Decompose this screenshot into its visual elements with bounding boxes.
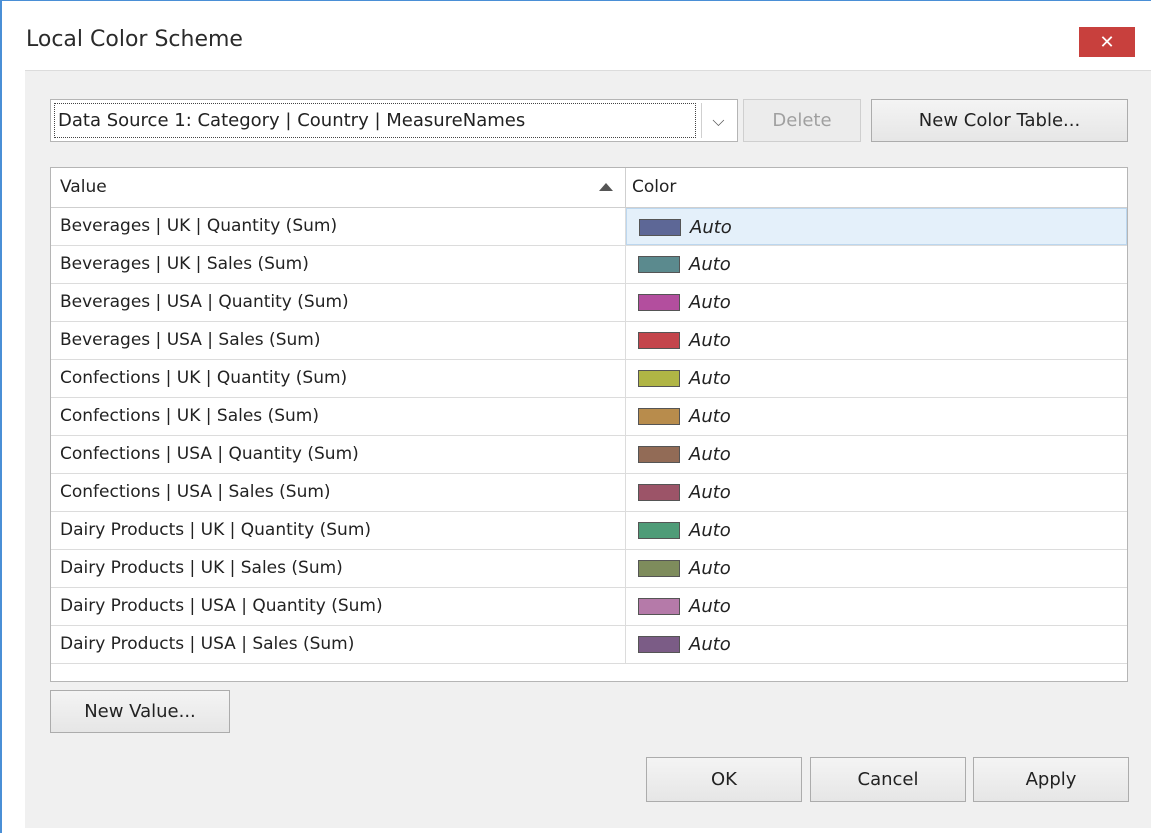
table-row[interactable]: Dairy Products | UK | Sales (Sum) Auto (51, 550, 1127, 588)
table-row[interactable]: Confections | UK | Sales (Sum) Auto (51, 398, 1127, 436)
color-cell[interactable]: Auto (626, 246, 1127, 283)
new-color-table-button[interactable]: New Color Table... (871, 99, 1128, 142)
value-cell: Beverages | USA | Quantity (Sum) (51, 284, 626, 321)
color-cell[interactable]: Auto (626, 588, 1127, 625)
new-value-button[interactable]: New Value... (50, 690, 230, 733)
color-swatch[interactable] (638, 598, 680, 615)
color-swatch[interactable] (638, 636, 680, 653)
apply-button[interactable]: Apply (973, 757, 1129, 802)
color-swatch[interactable] (638, 484, 680, 501)
color-label: Auto (689, 444, 731, 465)
close-icon: ✕ (1099, 31, 1115, 53)
value-cell: Dairy Products | UK | Sales (Sum) (51, 550, 626, 587)
color-label: Auto (689, 558, 731, 579)
value-cell: Confections | USA | Sales (Sum) (51, 474, 626, 511)
color-label: Auto (689, 292, 731, 313)
table-row[interactable]: Dairy Products | USA | Quantity (Sum) Aut… (51, 588, 1127, 626)
color-cell[interactable]: Auto (626, 512, 1127, 549)
color-cell[interactable]: Auto (626, 626, 1127, 663)
color-swatch[interactable] (638, 408, 680, 425)
column-header-value-label: Value (60, 177, 107, 197)
color-swatch[interactable] (638, 446, 680, 463)
value-cell: Confections | UK | Quantity (Sum) (51, 360, 626, 397)
delete-button[interactable]: Delete (743, 99, 861, 142)
color-swatch[interactable] (638, 560, 680, 577)
table-row[interactable]: Confections | UK | Quantity (Sum) Auto (51, 360, 1127, 398)
color-label: Auto (689, 368, 731, 389)
table-row[interactable]: Beverages | USA | Quantity (Sum) Auto (51, 284, 1127, 322)
color-cell[interactable]: Auto (626, 208, 1127, 245)
color-label: Auto (689, 406, 731, 427)
sort-ascending-icon (599, 183, 613, 191)
color-scheme-select[interactable]: Data Source 1: Category | Country | Meas… (50, 99, 738, 142)
color-cell[interactable]: Auto (626, 474, 1127, 511)
color-swatch[interactable] (638, 256, 680, 273)
column-header-value[interactable]: Value (51, 168, 626, 207)
color-swatch[interactable] (638, 332, 680, 349)
value-cell: Beverages | USA | Sales (Sum) (51, 322, 626, 359)
color-label: Auto (689, 330, 731, 351)
color-cell[interactable]: Auto (626, 322, 1127, 359)
grid-rows: Beverages | UK | Quantity (Sum) Auto Bever… (51, 208, 1127, 664)
table-row[interactable]: Beverages | UK | Quantity (Sum) Auto (51, 208, 1127, 246)
color-label: Auto (690, 217, 732, 238)
value-cell: Dairy Products | UK | Quantity (Sum) (51, 512, 626, 549)
ok-button[interactable]: OK (646, 757, 802, 802)
value-cell: Confections | UK | Sales (Sum) (51, 398, 626, 435)
color-cell[interactable]: Auto (626, 436, 1127, 473)
color-label: Auto (689, 520, 731, 541)
color-swatch[interactable] (638, 370, 680, 387)
color-scheme-select-value: Data Source 1: Category | Country | Meas… (54, 103, 696, 138)
value-color-grid: Value Color Beverages | UK | Quantity (S… (50, 167, 1128, 682)
color-cell[interactable]: Auto (626, 360, 1127, 397)
color-cell[interactable]: Auto (626, 398, 1127, 435)
color-label: Auto (689, 634, 731, 655)
table-row[interactable]: Dairy Products | USA | Sales (Sum) Auto (51, 626, 1127, 664)
value-cell: Beverages | UK | Quantity (Sum) (51, 208, 626, 245)
column-header-color-label: Color (632, 177, 677, 197)
value-cell: Dairy Products | USA | Quantity (Sum) (51, 588, 626, 625)
table-row[interactable]: Dairy Products | UK | Quantity (Sum) Auto (51, 512, 1127, 550)
color-label: Auto (689, 482, 731, 503)
color-label: Auto (689, 254, 731, 275)
table-row[interactable]: Beverages | USA | Sales (Sum) Auto (51, 322, 1127, 360)
chevron-down-icon[interactable]: ⌵ (701, 103, 735, 138)
table-row[interactable]: Confections | USA | Quantity (Sum) Auto (51, 436, 1127, 474)
value-cell: Confections | USA | Quantity (Sum) (51, 436, 626, 473)
color-cell[interactable]: Auto (626, 284, 1127, 321)
color-label: Auto (689, 596, 731, 617)
table-row[interactable]: Beverages | UK | Sales (Sum) Auto (51, 246, 1127, 284)
value-cell: Beverages | UK | Sales (Sum) (51, 246, 626, 283)
dialog-window: Local Color Scheme ✕ Data Source 1: Cate… (0, 0, 1151, 833)
color-swatch[interactable] (638, 522, 680, 539)
table-row[interactable]: Confections | USA | Sales (Sum) Auto (51, 474, 1127, 512)
cancel-button[interactable]: Cancel (810, 757, 966, 802)
close-button[interactable]: ✕ (1079, 27, 1135, 57)
column-header-color[interactable]: Color (626, 168, 1126, 207)
grid-header: Value Color (51, 168, 1127, 208)
color-swatch[interactable] (638, 294, 680, 311)
color-swatch[interactable] (639, 219, 681, 236)
dialog-title: Local Color Scheme (26, 27, 243, 52)
value-cell: Dairy Products | USA | Sales (Sum) (51, 626, 626, 663)
color-cell[interactable]: Auto (626, 550, 1127, 587)
